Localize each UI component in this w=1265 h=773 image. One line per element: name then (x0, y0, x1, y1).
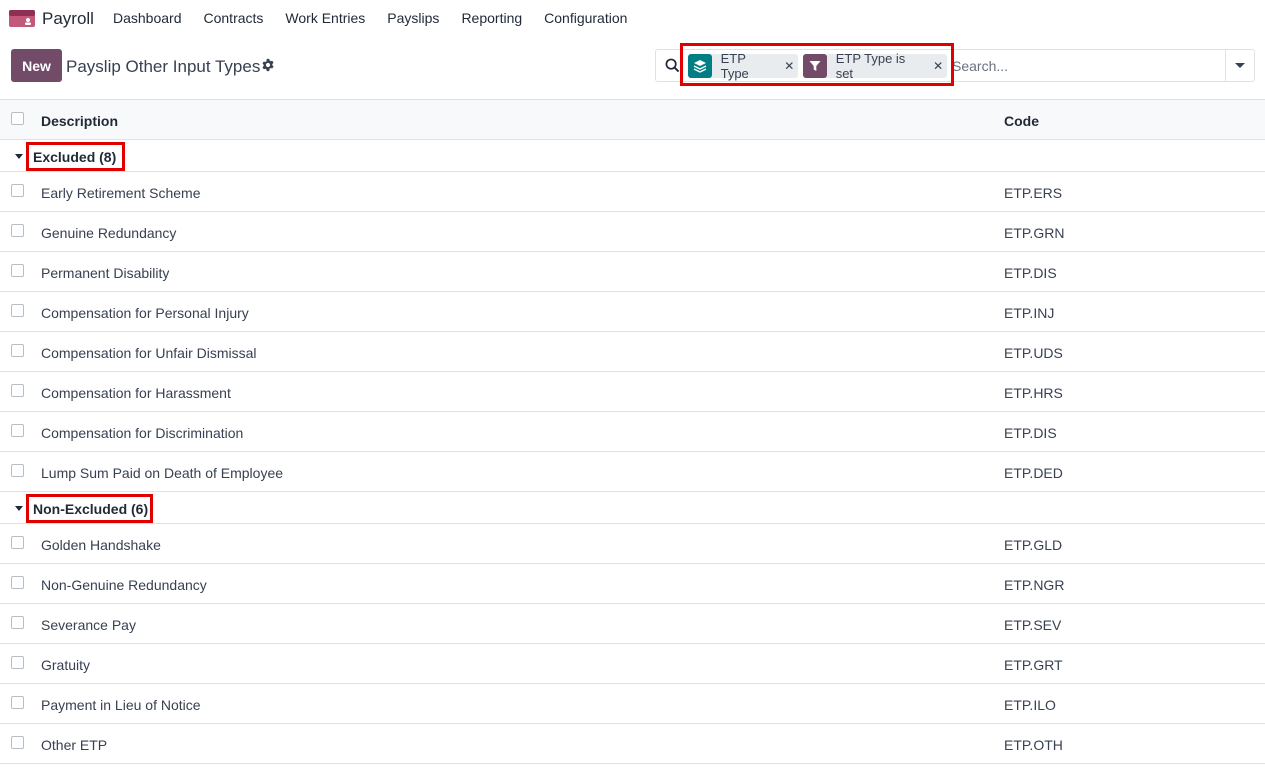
column-header-description[interactable]: Description (41, 113, 118, 129)
row-code: ETP.UDS (1004, 345, 1063, 361)
row-checkbox[interactable] (11, 344, 24, 357)
top-navbar: Payroll Dashboard Contracts Work Entries… (0, 0, 1265, 37)
caret-down-icon (1235, 63, 1245, 68)
table-row[interactable]: Compensation for Harassment ETP.HRS (0, 372, 1265, 412)
column-header-code[interactable]: Code (1004, 113, 1039, 129)
row-checkbox[interactable] (11, 616, 24, 629)
menu-configuration[interactable]: Configuration (544, 10, 627, 26)
table-row[interactable]: Compensation for Unfair Dismissal ETP.UD… (0, 332, 1265, 372)
row-checkbox[interactable] (11, 264, 24, 277)
row-checkbox[interactable] (11, 464, 24, 477)
row-description: Payment in Lieu of Notice (41, 697, 201, 713)
row-code: ETP.OTH (1004, 737, 1063, 753)
search-icon[interactable] (665, 58, 680, 73)
group-row-non-excluded[interactable]: Non-Excluded (6) (0, 492, 1265, 524)
row-checkbox[interactable] (11, 424, 24, 437)
new-button[interactable]: New (11, 49, 62, 82)
menu-work-entries[interactable]: Work Entries (285, 10, 365, 26)
row-code: ETP.GRN (1004, 225, 1065, 241)
menu-dashboard[interactable]: Dashboard (113, 10, 182, 26)
close-icon[interactable]: ✕ (784, 59, 798, 73)
row-description: Severance Pay (41, 617, 136, 633)
gear-icon[interactable] (261, 58, 275, 72)
row-code: ETP.HRS (1004, 385, 1063, 401)
row-checkbox[interactable] (11, 736, 24, 749)
row-checkbox[interactable] (11, 536, 24, 549)
table-row[interactable]: Permanent Disability ETP.DIS (0, 252, 1265, 292)
row-description: Compensation for Harassment (41, 385, 231, 401)
row-code: ETP.GRT (1004, 657, 1063, 673)
row-code: ETP.NGR (1004, 577, 1065, 593)
row-code: ETP.GLD (1004, 537, 1063, 553)
groupby-facet[interactable]: ETP Type ✕ (688, 51, 798, 81)
row-code: ETP.ERS (1004, 185, 1063, 201)
table-row[interactable]: Gratuity ETP.GRT (0, 644, 1265, 684)
table-row[interactable]: Compensation for Discrimination ETP.DIS (0, 412, 1265, 452)
table-row[interactable]: Genuine Redundancy ETP.GRN (0, 212, 1265, 252)
row-description: Compensation for Unfair Dismissal (41, 345, 257, 361)
search-options-toggle[interactable] (1225, 50, 1254, 81)
row-checkbox[interactable] (11, 224, 24, 237)
menu-contracts[interactable]: Contracts (204, 10, 264, 26)
row-code: ETP.INJ (1004, 305, 1055, 321)
row-description: Lump Sum Paid on Death of Employee (41, 465, 284, 481)
select-all-checkbox[interactable] (11, 112, 24, 125)
table-row[interactable]: Early Retirement Scheme ETP.ERS (0, 172, 1265, 212)
table-row[interactable]: Non-Genuine Redundancy ETP.NGR (0, 564, 1265, 604)
table-row[interactable]: Payment in Lieu of Notice ETP.ILO (0, 684, 1265, 724)
payroll-app-icon[interactable] (9, 10, 35, 27)
row-description: Non-Genuine Redundancy (41, 577, 207, 593)
row-description: Gratuity (41, 657, 91, 673)
menu-payslips[interactable]: Payslips (387, 10, 439, 26)
row-description: Other ETP (41, 737, 108, 753)
row-description: Compensation for Discrimination (41, 425, 244, 441)
table-row[interactable]: Golden Handshake ETP.GLD (0, 524, 1265, 564)
row-code: ETP.ILO (1004, 697, 1056, 713)
table-row[interactable]: Compensation for Personal Injury ETP.INJ (0, 292, 1265, 332)
row-description: Golden Handshake (41, 537, 161, 553)
app-name[interactable]: Payroll (42, 9, 94, 29)
row-code: ETP.SEV (1004, 617, 1062, 633)
page-title: Payslip Other Input Types (66, 57, 261, 76)
table-row[interactable]: Lump Sum Paid on Death of Employee ETP.D… (0, 452, 1265, 492)
caret-down-icon (15, 154, 23, 159)
row-description: Permanent Disability (41, 265, 170, 281)
menu-reporting[interactable]: Reporting (461, 10, 522, 26)
group-label: Excluded (8) (33, 149, 117, 165)
filter-facet-label: ETP Type is set (835, 51, 906, 81)
row-checkbox[interactable] (11, 696, 24, 709)
row-checkbox[interactable] (11, 576, 24, 589)
row-checkbox[interactable] (11, 384, 24, 397)
row-code: ETP.DIS (1004, 425, 1057, 441)
row-description: Compensation for Personal Injury (41, 305, 249, 321)
row-code: ETP.DED (1004, 465, 1063, 481)
layers-icon (688, 54, 712, 78)
filter-icon (803, 54, 827, 78)
search-input[interactable] (952, 58, 1212, 74)
close-icon[interactable]: ✕ (933, 59, 947, 73)
filter-facet[interactable]: ETP Type is set ✕ (803, 51, 947, 81)
row-checkbox[interactable] (11, 656, 24, 669)
group-label: Non-Excluded (6) (33, 501, 149, 517)
main-menu: Dashboard Contracts Work Entries Payslip… (113, 10, 649, 26)
table-row[interactable]: Other ETP ETP.OTH (0, 724, 1265, 764)
row-description: Genuine Redundancy (41, 225, 177, 241)
groupby-facet-label: ETP Type (720, 51, 749, 81)
row-checkbox[interactable] (11, 184, 24, 197)
row-description: Early Retirement Scheme (41, 185, 201, 201)
table-row[interactable]: Severance Pay ETP.SEV (0, 604, 1265, 644)
group-row-excluded[interactable]: Excluded (8) (0, 140, 1265, 172)
caret-down-icon (15, 506, 23, 511)
list-header (0, 99, 1265, 140)
row-code: ETP.DIS (1004, 265, 1057, 281)
row-checkbox[interactable] (11, 304, 24, 317)
